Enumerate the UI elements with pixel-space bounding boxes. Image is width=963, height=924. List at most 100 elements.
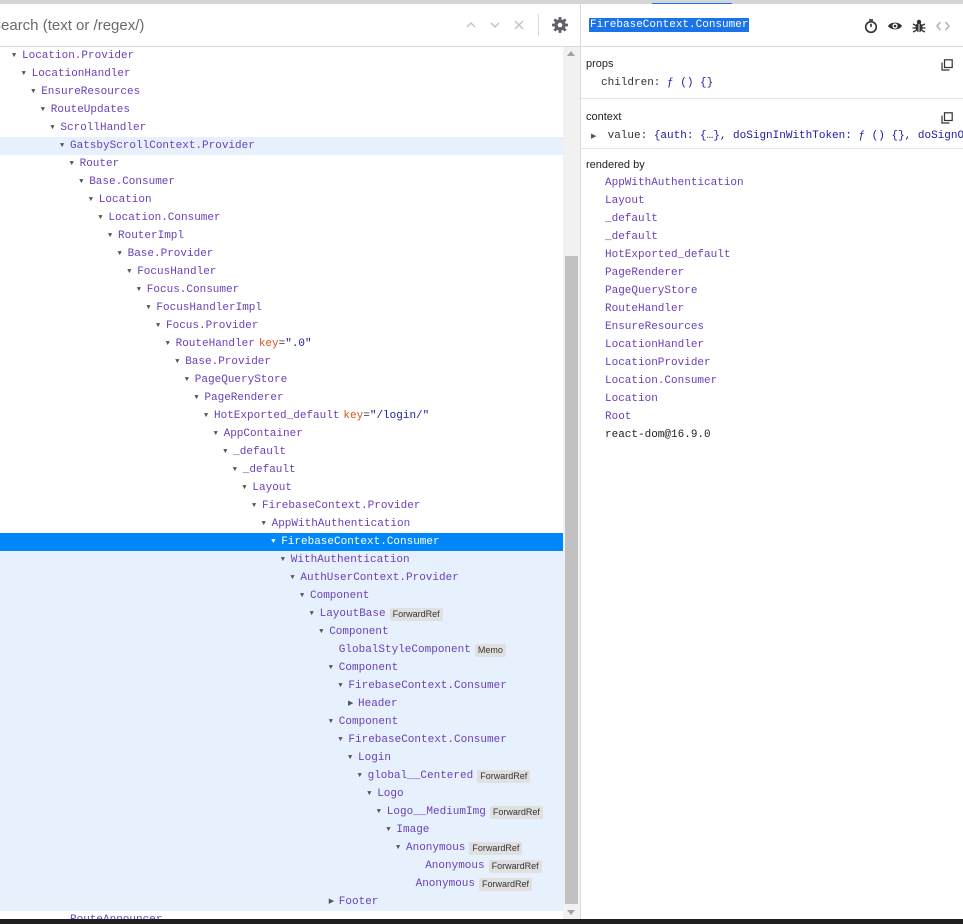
tree-row[interactable]: ▼ global__Centered ForwardRef [0,767,563,785]
tree-scrollbar[interactable] [563,47,580,919]
tree-row[interactable]: ▼ PageRenderer [0,389,563,407]
tree-row[interactable]: ▼ RouteHandler key = ".0" [0,335,563,353]
owner-link[interactable]: RouteHandler [605,300,684,318]
tree-row[interactable]: ▼ Router [0,155,563,173]
owner-link[interactable]: AppWithAuthentication [605,174,744,192]
inspect-dom-button[interactable] [887,18,903,34]
collapse-arrow-icon[interactable]: ▼ [214,425,224,443]
collapse-arrow-icon[interactable]: ▼ [300,587,310,605]
prop-children[interactable]: children: ƒ () {} [601,77,713,89]
clear-search-button[interactable] [510,16,528,34]
tree-row[interactable]: Anonymous ForwardRef [0,875,563,893]
collapse-arrow-icon[interactable]: ▼ [223,443,233,461]
tree-row[interactable]: ▼ Component [0,623,563,641]
collapse-arrow-icon[interactable]: ▼ [12,47,22,65]
tree-row[interactable]: ▼ PageQueryStore [0,371,563,389]
tree-row[interactable]: ▼ Login [0,749,563,767]
collapse-arrow-icon[interactable]: ▼ [108,227,118,245]
tree-row[interactable]: ▼ GatsbyScrollContext.Provider [0,137,563,155]
tree-row[interactable]: ▼ Logo__MediumImg ForwardRef [0,803,563,821]
collapse-arrow-icon[interactable]: ▼ [204,407,214,425]
tree-row[interactable]: ▼ FirebaseContext.Consumer [0,533,563,551]
tree-row[interactable]: ▼ AppWithAuthentication [0,515,563,533]
scroll-up-arrow-icon[interactable] [567,51,575,56]
owner-link[interactable]: Location [605,390,658,408]
tree-row[interactable]: ▼ Base.Provider [0,245,563,263]
tree-row[interactable]: ▶ Footer [0,893,563,911]
context-value-row[interactable]: ▶ value: {auth: {…}, doSignInWithToken: … [591,130,963,142]
settings-button[interactable] [551,16,569,34]
collapse-arrow-icon[interactable]: ▼ [146,299,156,317]
tree-row[interactable]: ▼ _default [0,461,563,479]
owner-link[interactable]: Layout [605,192,645,210]
collapse-arrow-icon[interactable]: ▼ [358,767,368,785]
tree-row[interactable]: ▼ Location.Provider [0,47,563,65]
tree-row[interactable]: ▼ _default [0,443,563,461]
tree-row[interactable]: ▼ HotExported_default key = "/login/" [0,407,563,425]
collapse-arrow-icon[interactable]: ▼ [89,191,99,209]
collapse-arrow-icon[interactable]: ▼ [281,551,291,569]
tree-row[interactable]: ▼ FocusHandlerImpl [0,299,563,317]
collapse-arrow-icon[interactable]: ▼ [329,713,339,731]
owner-link[interactable]: Location.Consumer [605,372,717,390]
collapse-arrow-icon[interactable]: ▼ [377,803,387,821]
tree-row[interactable]: Anonymous ForwardRef [0,857,563,875]
view-source-button[interactable] [935,18,951,34]
collapse-arrow-icon[interactable]: ▼ [31,83,41,101]
tree-row[interactable]: ▼ LocationHandler [0,65,563,83]
collapse-arrow-icon[interactable]: ▼ [185,371,195,389]
scroll-down-arrow-icon[interactable] [567,910,575,915]
collapse-arrow-icon[interactable]: ▼ [396,839,406,857]
tree-row[interactable]: ▼ Base.Consumer [0,173,563,191]
owner-link[interactable]: PageQueryStore [605,282,697,300]
collapse-arrow-icon[interactable]: ▼ [338,677,348,695]
tree-row[interactable]: ▼ Component [0,587,563,605]
collapse-arrow-icon[interactable]: ▼ [252,497,262,515]
tree-row[interactable]: ▼ FocusHandler [0,263,563,281]
collapse-arrow-icon[interactable]: ▼ [79,173,89,191]
tree-row[interactable]: ▼ Component [0,713,563,731]
search-input[interactable] [0,12,440,38]
tree-row[interactable]: ▼ Focus.Provider [0,317,563,335]
tree-row[interactable]: ▼ EnsureResources [0,83,563,101]
collapse-arrow-icon[interactable]: ▼ [233,461,243,479]
copy-props-button[interactable] [941,58,953,71]
collapse-arrow-icon[interactable]: ▼ [386,821,396,839]
collapse-arrow-icon[interactable]: ▼ [175,353,185,371]
copy-context-button[interactable] [941,111,953,124]
collapse-arrow-icon[interactable]: ▼ [118,245,128,263]
collapse-arrow-icon[interactable]: ▼ [348,749,358,767]
collapse-arrow-icon[interactable]: ▼ [319,623,329,641]
tree-row[interactable]: ▼ AppContainer [0,425,563,443]
scrollbar-thumb[interactable] [565,256,578,904]
collapse-arrow-icon[interactable]: ▼ [41,101,51,119]
previous-result-button[interactable] [462,16,480,34]
tree-row[interactable]: ▶ Header [0,695,563,713]
collapse-arrow-icon[interactable]: ▼ [137,281,147,299]
tree-row[interactable]: ▼ LayoutBase ForwardRef [0,605,563,623]
tree-row[interactable]: ▼ Location.Consumer [0,209,563,227]
owner-link[interactable]: _default [605,210,658,228]
owner-link[interactable]: Root [605,408,631,426]
expand-arrow-icon[interactable]: ▶ [348,695,358,713]
owner-link[interactable]: _default [605,228,658,246]
tree-row[interactable]: ▼ RouterImpl [0,227,563,245]
collapse-arrow-icon[interactable]: ▼ [310,605,320,623]
tree-row[interactable]: ▼ Location [0,191,563,209]
owner-link[interactable]: LocationProvider [605,354,711,372]
collapse-arrow-icon[interactable]: ▼ [194,389,204,407]
owner-link[interactable]: PageRenderer [605,264,684,282]
collapse-arrow-icon[interactable]: ▼ [329,659,339,677]
expand-arrow-icon[interactable]: ▶ [591,132,601,141]
tree-row[interactable]: ▼ Logo [0,785,563,803]
owner-link[interactable]: HotExported_default [605,246,730,264]
next-result-button[interactable] [486,16,504,34]
tree-row[interactable]: ▼ ScrollHandler [0,119,563,137]
log-to-console-button[interactable] [911,18,927,34]
collapse-arrow-icon[interactable]: ▼ [338,731,348,749]
tree-row[interactable]: ▼ Image [0,821,563,839]
collapse-arrow-icon[interactable]: ▼ [156,317,166,335]
tree-row[interactable]: ▼ Anonymous ForwardRef [0,839,563,857]
owner-link[interactable]: LocationHandler [605,336,704,354]
collapse-arrow-icon[interactable]: ▼ [242,479,252,497]
